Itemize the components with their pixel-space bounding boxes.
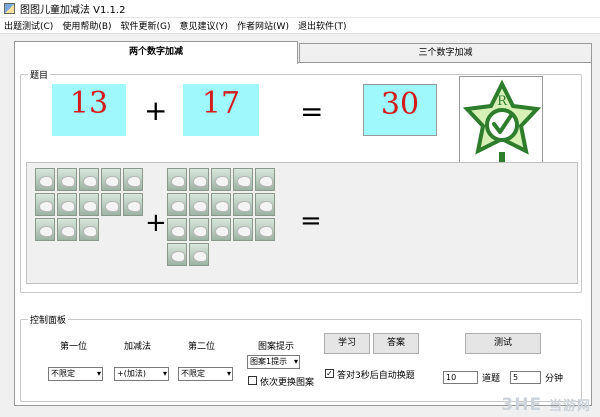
picture-tile: [35, 193, 55, 216]
picture-tile: [255, 168, 275, 191]
tab-two-number[interactable]: 两个数字加减: [14, 41, 298, 64]
picture-tile: [211, 218, 231, 241]
picture-tile: [167, 218, 187, 241]
second-number: 17: [183, 84, 259, 136]
picture-tile: [189, 193, 209, 216]
first-digit-label: 第一位: [60, 342, 88, 352]
first-digit-select[interactable]: 不限定: [48, 367, 103, 381]
menu-feedback[interactable]: 意见建议(Y): [180, 19, 229, 32]
control-panel: 控制面板: [20, 313, 582, 402]
picture-tile: [233, 168, 253, 191]
menu-exit[interactable]: 退出软件(T): [298, 19, 347, 32]
picture-tile: [255, 218, 275, 241]
change-picture-label: 依次更换图案: [260, 378, 315, 388]
picture-hint-label: 图案提示: [258, 342, 295, 352]
picture-tile: [189, 243, 209, 266]
watermark-site: 当游网: [548, 399, 591, 414]
operation-label: 加减法: [124, 342, 152, 352]
picture-equals-symbol: =: [300, 206, 322, 236]
picture-tile: [233, 193, 253, 216]
picture-tile: [35, 168, 55, 191]
auto-next-label: 答对3秒后自动换题: [337, 371, 415, 381]
picture-tile: [211, 193, 231, 216]
second-digit-select[interactable]: 不限定: [178, 367, 233, 381]
picture-tile: [79, 168, 99, 191]
mode-tabs: 两个数字加减 三个数字加减: [14, 41, 592, 64]
auto-next-checkbox[interactable]: ✓: [325, 369, 334, 378]
badge-letter: R: [497, 94, 508, 109]
watermark: 3HE 当游网: [501, 395, 591, 415]
picture-tile: [101, 193, 121, 216]
picture-tile: [123, 193, 143, 216]
menu-author-site[interactable]: 作者网站(W): [237, 19, 289, 32]
picture-tile: [79, 218, 99, 241]
second-digit-label: 第二位: [188, 342, 216, 352]
question-count-unit: 道题: [482, 374, 501, 384]
answer-button[interactable]: 答案: [373, 333, 419, 354]
picture-tile: [57, 168, 77, 191]
picture-tile: [167, 243, 187, 266]
app-icon: [4, 3, 15, 14]
picture-tile: [211, 168, 231, 191]
question-group-label: 题目: [28, 68, 51, 81]
picture-tile: [57, 218, 77, 241]
menu-test[interactable]: 出题测试(C): [4, 19, 53, 32]
picture-tile: [35, 218, 55, 241]
answer-box[interactable]: 30: [363, 84, 437, 136]
menu-update[interactable]: 软件更新(G): [121, 19, 171, 32]
watermark-brand: 3HE: [501, 395, 543, 415]
menu-bar: 出题测试(C) 使用帮助(B) 软件更新(G) 意见建议(Y) 作者网站(W) …: [0, 18, 600, 34]
picture-tile: [101, 168, 121, 191]
picture-tile: [123, 168, 143, 191]
minutes-unit: 分钟: [545, 374, 564, 384]
picture-hint-select[interactable]: 图案1提示: [247, 355, 300, 369]
tab-three-number[interactable]: 三个数字加减: [299, 43, 592, 63]
picture-tile: [167, 168, 187, 191]
window-title: 图图儿童加减法 V1.1.2: [20, 5, 126, 16]
operation-select[interactable]: +(加法): [114, 367, 169, 381]
question-count-input[interactable]: 10: [443, 371, 478, 384]
test-button[interactable]: 测试: [465, 333, 541, 354]
study-button[interactable]: 学习: [324, 333, 370, 354]
picture-tile: [189, 168, 209, 191]
menu-help[interactable]: 使用帮助(B): [62, 19, 111, 32]
picture-tile: [167, 193, 187, 216]
picture-tile: [233, 218, 253, 241]
picture-tile: [189, 218, 209, 241]
picture-hint-area: + =: [26, 162, 578, 284]
minutes-input[interactable]: 5: [510, 371, 541, 384]
operator-symbol: +: [144, 94, 168, 127]
first-number: 13: [52, 84, 126, 136]
change-picture-checkbox[interactable]: [248, 376, 257, 385]
picture-operator-symbol: +: [145, 208, 167, 238]
picture-tile: [79, 193, 99, 216]
picture-tile: [57, 193, 77, 216]
title-bar: 图图儿童加减法 V1.1.2: [0, 0, 600, 18]
picture-tile: [255, 193, 275, 216]
equals-symbol: =: [300, 95, 324, 128]
control-panel-label: 控制面板: [28, 313, 69, 326]
